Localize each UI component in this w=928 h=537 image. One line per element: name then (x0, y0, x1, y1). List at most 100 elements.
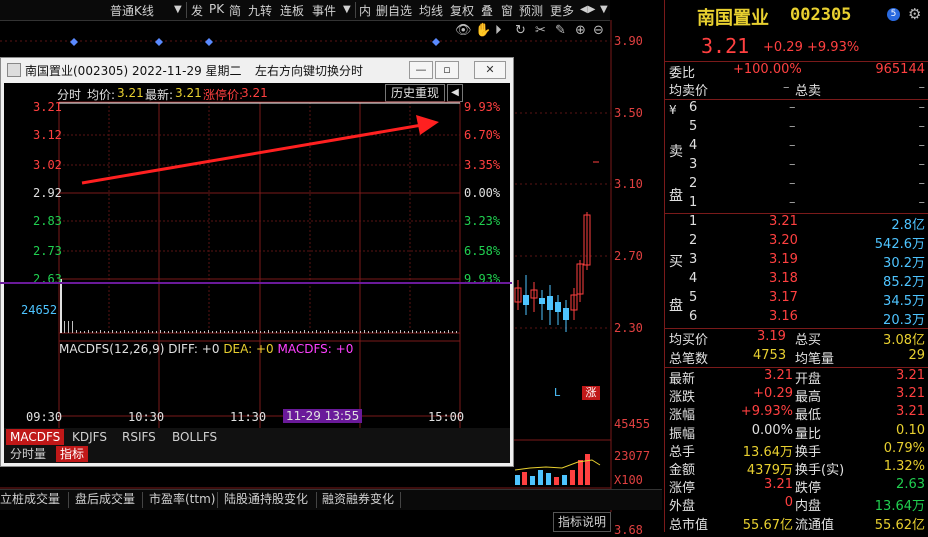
ask-price: – (789, 176, 796, 191)
intraday-volume-bar (364, 330, 365, 333)
toolbar-btn-more[interactable]: 更多 (550, 2, 574, 19)
ask-row[interactable]: 6 – – (665, 100, 928, 119)
sub-tabs: 分时量 指标 (4, 446, 510, 463)
stat-row: 涨跌 +0.29 最高 3.21 (665, 386, 928, 405)
toolbar-nav-arrows[interactable]: ◀▶ (580, 4, 595, 15)
stat-value: 3.21 (764, 477, 793, 493)
zoom-in-icon[interactable]: ⊕ (575, 23, 586, 38)
toolbar-btn-overlay[interactable]: 叠 (481, 2, 493, 19)
toolbar-btn-jiuzhuan[interactable]: 九转 (248, 2, 272, 19)
intraday-volume-bar (296, 331, 297, 333)
weibi-label: 委比 (669, 66, 696, 81)
popup-title: 南国置业(002305) 2022-11-29 星期二 (25, 64, 242, 78)
zoom-out-icon[interactable]: ⊖ (593, 23, 604, 38)
bid-row[interactable]: 6 3.16 20.3万 (665, 309, 928, 328)
tab-lizhuang-volume[interactable]: 立桩成交量 (0, 490, 60, 508)
scissors-icon[interactable]: ✂ (535, 23, 546, 38)
replay-icon[interactable]: ↻ (515, 23, 526, 38)
intraday-volume-bar (156, 331, 157, 333)
intraday-volume-bar (392, 331, 393, 333)
play-icon[interactable]: ⏵ (495, 23, 502, 38)
pct-axis-label: 6.58% (464, 244, 501, 258)
stat-value: 3.21 (764, 368, 793, 383)
ask-row[interactable]: 2 – – (665, 176, 928, 195)
intraday-volume-bar (440, 331, 441, 333)
limit-up-badge: 涨 (582, 386, 600, 400)
bid-row[interactable]: 3 3.19 30.2万 (665, 252, 928, 271)
toolbar-btn-nei[interactable]: 内 (359, 2, 371, 19)
toolbar-btn-window[interactable]: 窗 (501, 2, 513, 19)
quote-panel: 南国置业 002305 5 ⚙ 3.21 +0.29 +9.93% 委比 +10… (664, 0, 928, 533)
tab-divider (217, 492, 218, 508)
price-change: +0.29 (763, 40, 803, 55)
toolbar-btn-events[interactable]: 事件 (312, 2, 336, 19)
avg-bid-label: 均买价 (669, 333, 709, 348)
stat-row: 总市值 55.67亿 流通值 55.62亿 (665, 514, 928, 533)
stat-value: 2.63 (896, 477, 925, 493)
toolbar-btn-forecast[interactable]: 预测 (519, 2, 543, 19)
total-bid-value: 3.08亿 (883, 333, 925, 348)
stat-row: 最新 3.21 开盘 3.21 (665, 368, 928, 387)
intraday-volume-bar (76, 330, 77, 333)
tab-bollfs[interactable]: BOLLFS (168, 429, 221, 445)
indicator-help-button[interactable]: 指标说明 (553, 512, 611, 532)
ask-row[interactable]: 4 – – (665, 138, 928, 157)
intraday-volume-bar (220, 330, 221, 333)
kline-type-select[interactable]: 普通K线 (110, 2, 154, 19)
tab-margin-trading[interactable]: 融资融券变化 (322, 490, 394, 508)
close-button[interactable]: ✕ (474, 61, 506, 79)
events-dropdown-icon[interactable]: ▼ (343, 4, 351, 15)
bid-row[interactable]: 1 3.21 2.8亿 (665, 214, 928, 233)
hand-icon[interactable]: ✋ (475, 23, 491, 38)
tab-intraday-volume[interactable]: 分时量 (6, 446, 50, 462)
pen-icon[interactable]: ✎ (555, 23, 566, 38)
toolbar-btn-adjust[interactable]: 复权 (450, 2, 474, 19)
info-badge-icon[interactable]: 5 (887, 8, 900, 21)
volume-max-label: 24652 (21, 303, 58, 317)
toolbar-btn-ma[interactable]: 均线 (419, 2, 443, 19)
tab-pe-ttm[interactable]: 市盈率(ttm) (149, 490, 215, 508)
trade-count-row: 总笔数 4753 均笔量 29 (665, 348, 928, 367)
bid-row[interactable]: 4 3.18 85.2万 (665, 271, 928, 290)
pct-axis-label: 6.70% (464, 128, 501, 142)
intraday-volume-bar (288, 331, 289, 333)
gear-icon[interactable]: ⚙ (908, 5, 921, 23)
intraday-volume-bar (388, 330, 389, 333)
bid-row[interactable]: 2 3.20 542.6万 (665, 233, 928, 252)
toolbar-btn-fa[interactable]: 发 (191, 2, 203, 19)
toolbar-btn-pk[interactable]: PK (209, 2, 224, 16)
tab-hk-connect-holdings[interactable]: 陆股通持股变化 (224, 490, 308, 508)
maximize-button[interactable]: ▫ (435, 61, 459, 79)
intraday-volume-bar (188, 331, 189, 333)
ask-row[interactable]: 3 – – (665, 157, 928, 176)
stat-label: 金额 (669, 463, 696, 478)
kline-type-dropdown-icon[interactable]: ▼ (174, 4, 182, 15)
intraday-volume-bar (176, 331, 177, 333)
avg-trade-size-label: 均笔量 (795, 352, 835, 367)
tab-kdjfs[interactable]: KDJFS (68, 429, 111, 445)
intraday-volume-bar (456, 331, 457, 333)
toolbar-btn-remove-watchlist[interactable]: 删自选 (376, 2, 412, 19)
tab-indicator[interactable]: 指标 (56, 446, 89, 462)
intraday-volume-bar (372, 331, 373, 333)
ask-level: 1 (689, 195, 698, 210)
bid-row[interactable]: 5 3.17 34.5万 (665, 290, 928, 309)
weibi-diff: 965144 (875, 62, 925, 77)
toolbar-btn-lianban[interactable]: 连板 (280, 2, 304, 19)
popup-titlebar[interactable]: 南国置业(002305) 2022-11-29 星期二 左右方向键切换分时 — … (1, 58, 513, 82)
toolbar-nav-dropdown-icon[interactable]: ▼ (600, 4, 608, 15)
eye-icon[interactable]: 👁 (455, 23, 472, 38)
tab-divider (142, 492, 143, 508)
tab-macdfs[interactable]: MACDFS (6, 429, 65, 445)
toolbar-btn-jian[interactable]: 简 (229, 2, 241, 19)
tab-rsifs[interactable]: RSIFS (118, 429, 160, 445)
tab-after-hours-volume[interactable]: 盘后成交量 (75, 490, 135, 508)
ask-row[interactable]: 5 – – (665, 119, 928, 138)
kline-axis-label: 3.50 (614, 106, 643, 120)
minimize-button[interactable]: — (409, 61, 433, 79)
intraday-chart-area[interactable]: 分时 均价: 3.21 最新: 3.21 涨停价: 3.21 历史重现 ◀ 3.… (4, 83, 510, 463)
ask-row[interactable]: 1 – – (665, 195, 928, 214)
stat-label: 内盘 (795, 499, 822, 515)
intraday-volume-bar (252, 331, 253, 333)
intraday-volume-bar (292, 330, 293, 333)
